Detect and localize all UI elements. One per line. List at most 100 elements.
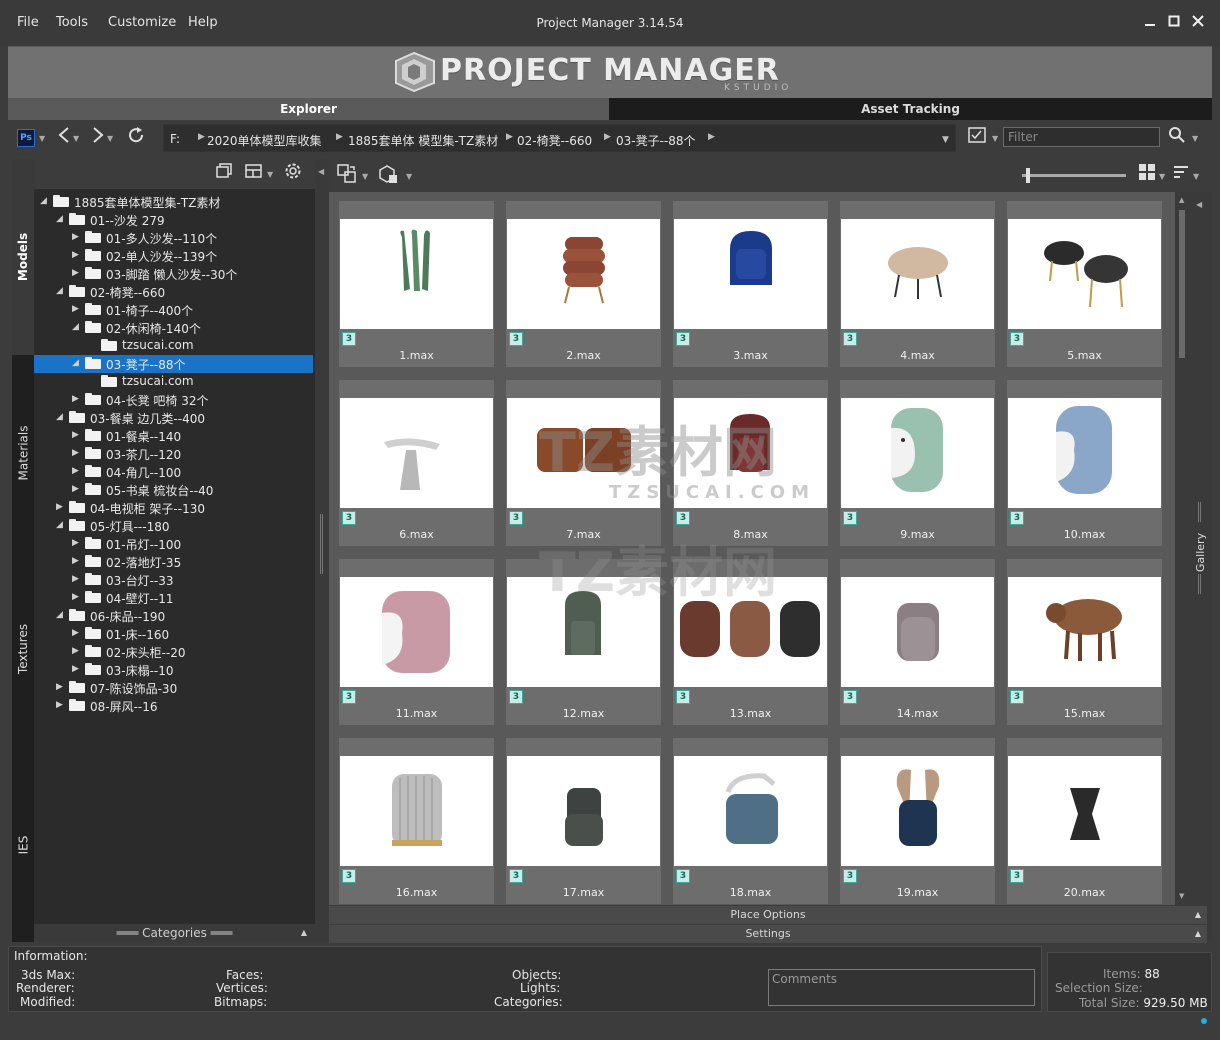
asset-thumbnail[interactable]: [841, 219, 994, 329]
chevron-down-icon[interactable]: ▼: [267, 170, 275, 179]
collapsed-arrow-icon[interactable]: ▶: [72, 664, 79, 674]
asset-thumbnail[interactable]: [674, 577, 827, 687]
settings-bar[interactable]: Settings ▲: [329, 925, 1207, 943]
collapsed-arrow-icon[interactable]: ▶: [72, 484, 79, 494]
collapsed-arrow-icon[interactable]: ▶: [56, 682, 63, 692]
asset-card[interactable]: 3 14.max: [840, 559, 995, 725]
expanded-arrow-icon[interactable]: ◢: [40, 196, 47, 206]
tree-node[interactable]: ▶ 01-椅子--400个: [34, 301, 313, 319]
collapsed-arrow-icon[interactable]: ▶: [56, 700, 63, 710]
breadcrumb-item[interactable]: 02-椅凳--660: [517, 132, 592, 149]
asset-thumbnail[interactable]: [841, 756, 994, 866]
tree-node[interactable]: tzsucai.com: [34, 337, 313, 355]
sort-button[interactable]: [1169, 163, 1193, 187]
chevron-down-icon[interactable]: ▼: [1192, 134, 1200, 143]
asset-card[interactable]: 3 16.max: [339, 738, 494, 904]
minimize-button[interactable]: [1140, 13, 1160, 33]
tree-node[interactable]: ◢ 02-椅凳--660: [34, 283, 313, 301]
collapsed-arrow-icon[interactable]: ▶: [72, 646, 79, 656]
photoshop-icon[interactable]: Ps: [17, 129, 35, 147]
scroll-down-icon[interactable]: ▼: [1179, 892, 1184, 900]
tree-node[interactable]: ◢ 03-凳子--88个: [34, 355, 313, 373]
asset-thumbnail[interactable]: [340, 577, 493, 687]
panel-splitter[interactable]: ◀: [315, 159, 329, 942]
chevron-down-icon[interactable]: ▼: [107, 134, 115, 143]
gallery-scrollbar[interactable]: ▲ ▼: [1175, 192, 1189, 905]
breadcrumb-item[interactable]: F:: [170, 132, 180, 146]
collapsed-arrow-icon[interactable]: ▶: [72, 304, 79, 314]
tree-node[interactable]: ▶ 02-床头柜--20: [34, 643, 313, 661]
chevron-left-icon[interactable]: ◀: [1196, 200, 1202, 209]
asset-thumbnail[interactable]: [1008, 756, 1161, 866]
collapsed-arrow-icon[interactable]: ▶: [72, 394, 79, 404]
scroll-up-icon[interactable]: ▲: [1179, 196, 1184, 204]
tab-textures[interactable]: Textures: [12, 551, 34, 747]
tree-node[interactable]: ◢ 1885套单体模型集-TZ素材: [34, 193, 313, 211]
tab-asset-tracking[interactable]: Asset Tracking: [609, 98, 1212, 120]
tree-node[interactable]: ▶ 02-落地灯-35: [34, 553, 313, 571]
tree-node[interactable]: ▶ 08-屏风--16: [34, 697, 313, 715]
tab-materials[interactable]: Materials: [12, 355, 34, 551]
tree-node[interactable]: ▶ 05-书桌 梳妆台--40: [34, 481, 313, 499]
asset-card[interactable]: 3 19.max: [840, 738, 995, 904]
close-button[interactable]: [1188, 13, 1208, 33]
tree-node[interactable]: ◢ 02-休闲椅-140个: [34, 319, 313, 337]
tree-node[interactable]: ▶ 03-脚踏 懒人沙发--30个: [34, 265, 313, 283]
collapsed-arrow-icon[interactable]: ▶: [72, 268, 79, 278]
view-mode-button[interactable]: [1135, 163, 1159, 187]
asset-card[interactable]: 3 15.max: [1007, 559, 1162, 725]
asset-thumbnail[interactable]: [340, 219, 493, 329]
asset-thumbnail[interactable]: [507, 398, 660, 508]
tree-node[interactable]: ▶ 01-吊灯--100: [34, 535, 313, 553]
breadcrumb-item[interactable]: 2020单体模型库收集: [207, 132, 322, 149]
asset-card[interactable]: 3 12.max: [506, 559, 661, 725]
chevron-right-icon[interactable]: ▶: [506, 132, 513, 142]
collapsed-arrow-icon[interactable]: ▶: [72, 592, 79, 602]
menu-file[interactable]: File: [17, 15, 39, 30]
asset-card[interactable]: 3 18.max: [673, 738, 828, 904]
asset-card[interactable]: 3 1.max: [339, 201, 494, 367]
tree-node[interactable]: ◢ 01--沙发 279: [34, 211, 313, 229]
collapsed-arrow-icon[interactable]: ▶: [72, 574, 79, 584]
asset-thumbnail[interactable]: [841, 398, 994, 508]
tree-node[interactable]: ▶ 03-床榻--10: [34, 661, 313, 679]
chevron-right-icon[interactable]: ▶: [336, 132, 343, 142]
tree-node[interactable]: ▶ 02-单人沙发--139个: [34, 247, 313, 265]
chevron-down-icon[interactable]: ▼: [1193, 172, 1201, 181]
collapsed-arrow-icon[interactable]: ▶: [72, 232, 79, 242]
tree-node[interactable]: tzsucai.com: [34, 373, 313, 391]
tree-node[interactable]: ◢ 06-床品--190: [34, 607, 313, 625]
filter-input[interactable]: Filter: [1003, 127, 1160, 147]
asset-thumbnail[interactable]: [507, 756, 660, 866]
asset-card[interactable]: 3 2.max: [506, 201, 661, 367]
collapsed-arrow-icon[interactable]: ▶: [72, 556, 79, 566]
thumbnail-size-slider[interactable]: [1022, 174, 1126, 177]
asset-thumbnail[interactable]: [340, 756, 493, 866]
layout-button[interactable]: [242, 162, 266, 186]
asset-thumbnail[interactable]: [674, 398, 827, 508]
sync-button[interactable]: [335, 163, 359, 187]
tree-node[interactable]: ▶ 03-台灯--33: [34, 571, 313, 589]
tree-node[interactable]: ◢ 05-灯具---180: [34, 517, 313, 535]
asset-card[interactable]: 3 13.max: [673, 559, 828, 725]
asset-thumbnail[interactable]: [674, 219, 827, 329]
asset-thumbnail[interactable]: [1008, 398, 1161, 508]
tab-explorer[interactable]: Explorer: [8, 98, 609, 120]
filter-mode-button[interactable]: [966, 126, 990, 150]
asset-card[interactable]: 3 11.max: [339, 559, 494, 725]
chevron-up-icon[interactable]: ▲: [1195, 906, 1201, 924]
collapsed-arrow-icon[interactable]: ▶: [72, 448, 79, 458]
new-window-button[interactable]: [212, 162, 236, 186]
tree-node[interactable]: ▶ 04-角几--100: [34, 463, 313, 481]
tree-node[interactable]: ▶ 04-壁灯--11: [34, 589, 313, 607]
place-options-bar[interactable]: Place Options ▲: [329, 906, 1207, 924]
asset-thumbnail[interactable]: [1008, 219, 1161, 329]
expanded-arrow-icon[interactable]: ◢: [72, 322, 79, 332]
expanded-arrow-icon[interactable]: ◢: [56, 412, 63, 422]
breadcrumb-item[interactable]: 1885套单体 模型集-TZ素材: [348, 132, 498, 149]
collapsed-arrow-icon[interactable]: ▶: [72, 538, 79, 548]
asset-card[interactable]: 3 5.max: [1007, 201, 1162, 367]
tree-node[interactable]: ▶ 01-床--160: [34, 625, 313, 643]
menu-tools[interactable]: Tools: [56, 15, 88, 30]
tree-node[interactable]: ▶ 01-多人沙发--110个: [34, 229, 313, 247]
